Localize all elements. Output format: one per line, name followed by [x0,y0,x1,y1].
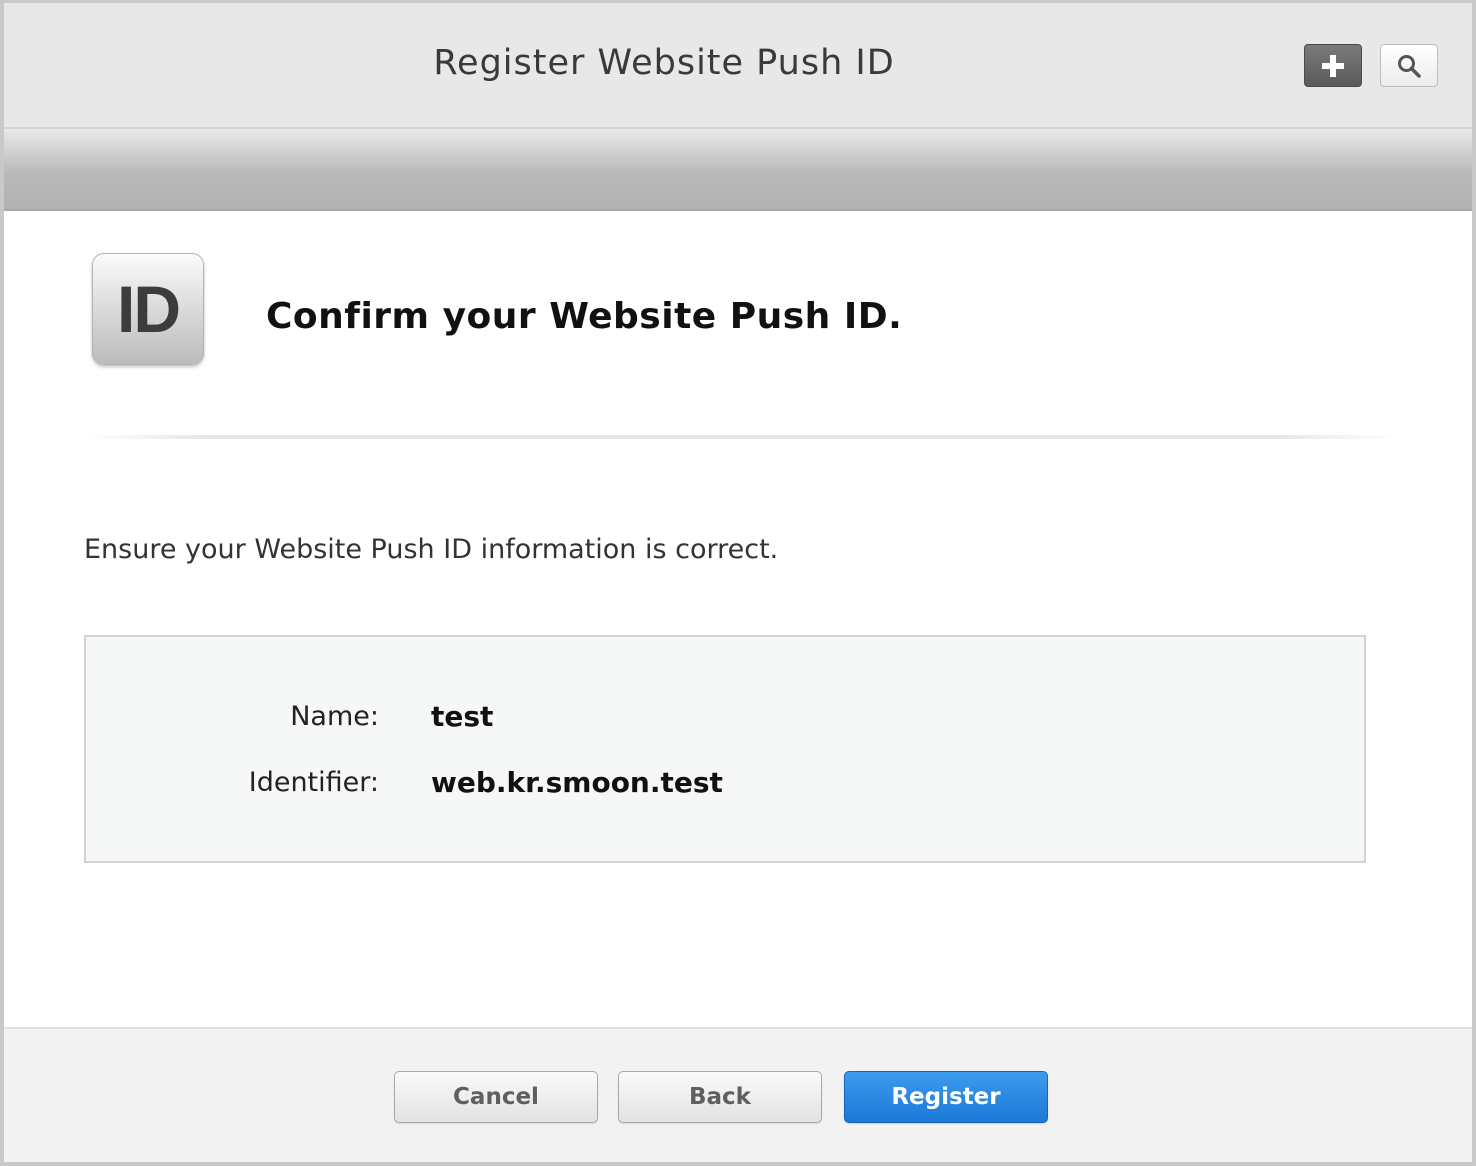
title-bar: Register Website Push ID [4,3,1472,129]
identifier-value: web.kr.smoon.test [431,766,723,799]
id-badge-icon: ID [92,253,204,365]
id-badge-text: ID [117,272,181,346]
name-label: Name: [290,701,379,732]
add-button[interactable] [1304,44,1362,87]
details-box: Name: test Identifier: web.kr.smoon.test [84,635,1366,863]
divider [84,435,1400,439]
register-button[interactable]: Register [844,1071,1048,1123]
page-title: Register Website Push ID [433,43,895,83]
plus-icon [1322,54,1344,77]
intro-text: Ensure your Website Push ID information … [84,534,779,565]
cancel-button[interactable]: Cancel [394,1071,598,1123]
footer: Cancel Back Register [4,1027,1472,1162]
back-button[interactable]: Back [618,1071,822,1123]
search-icon [1398,54,1421,78]
toolbar-band [4,129,1472,211]
identifier-label: Identifier: [248,767,379,798]
search-button[interactable] [1380,44,1438,87]
register-dialog: Register Website Push ID ID Confirm your… [0,0,1476,1166]
confirm-heading: Confirm your Website Push ID. [266,296,903,337]
name-value: test [431,700,494,733]
